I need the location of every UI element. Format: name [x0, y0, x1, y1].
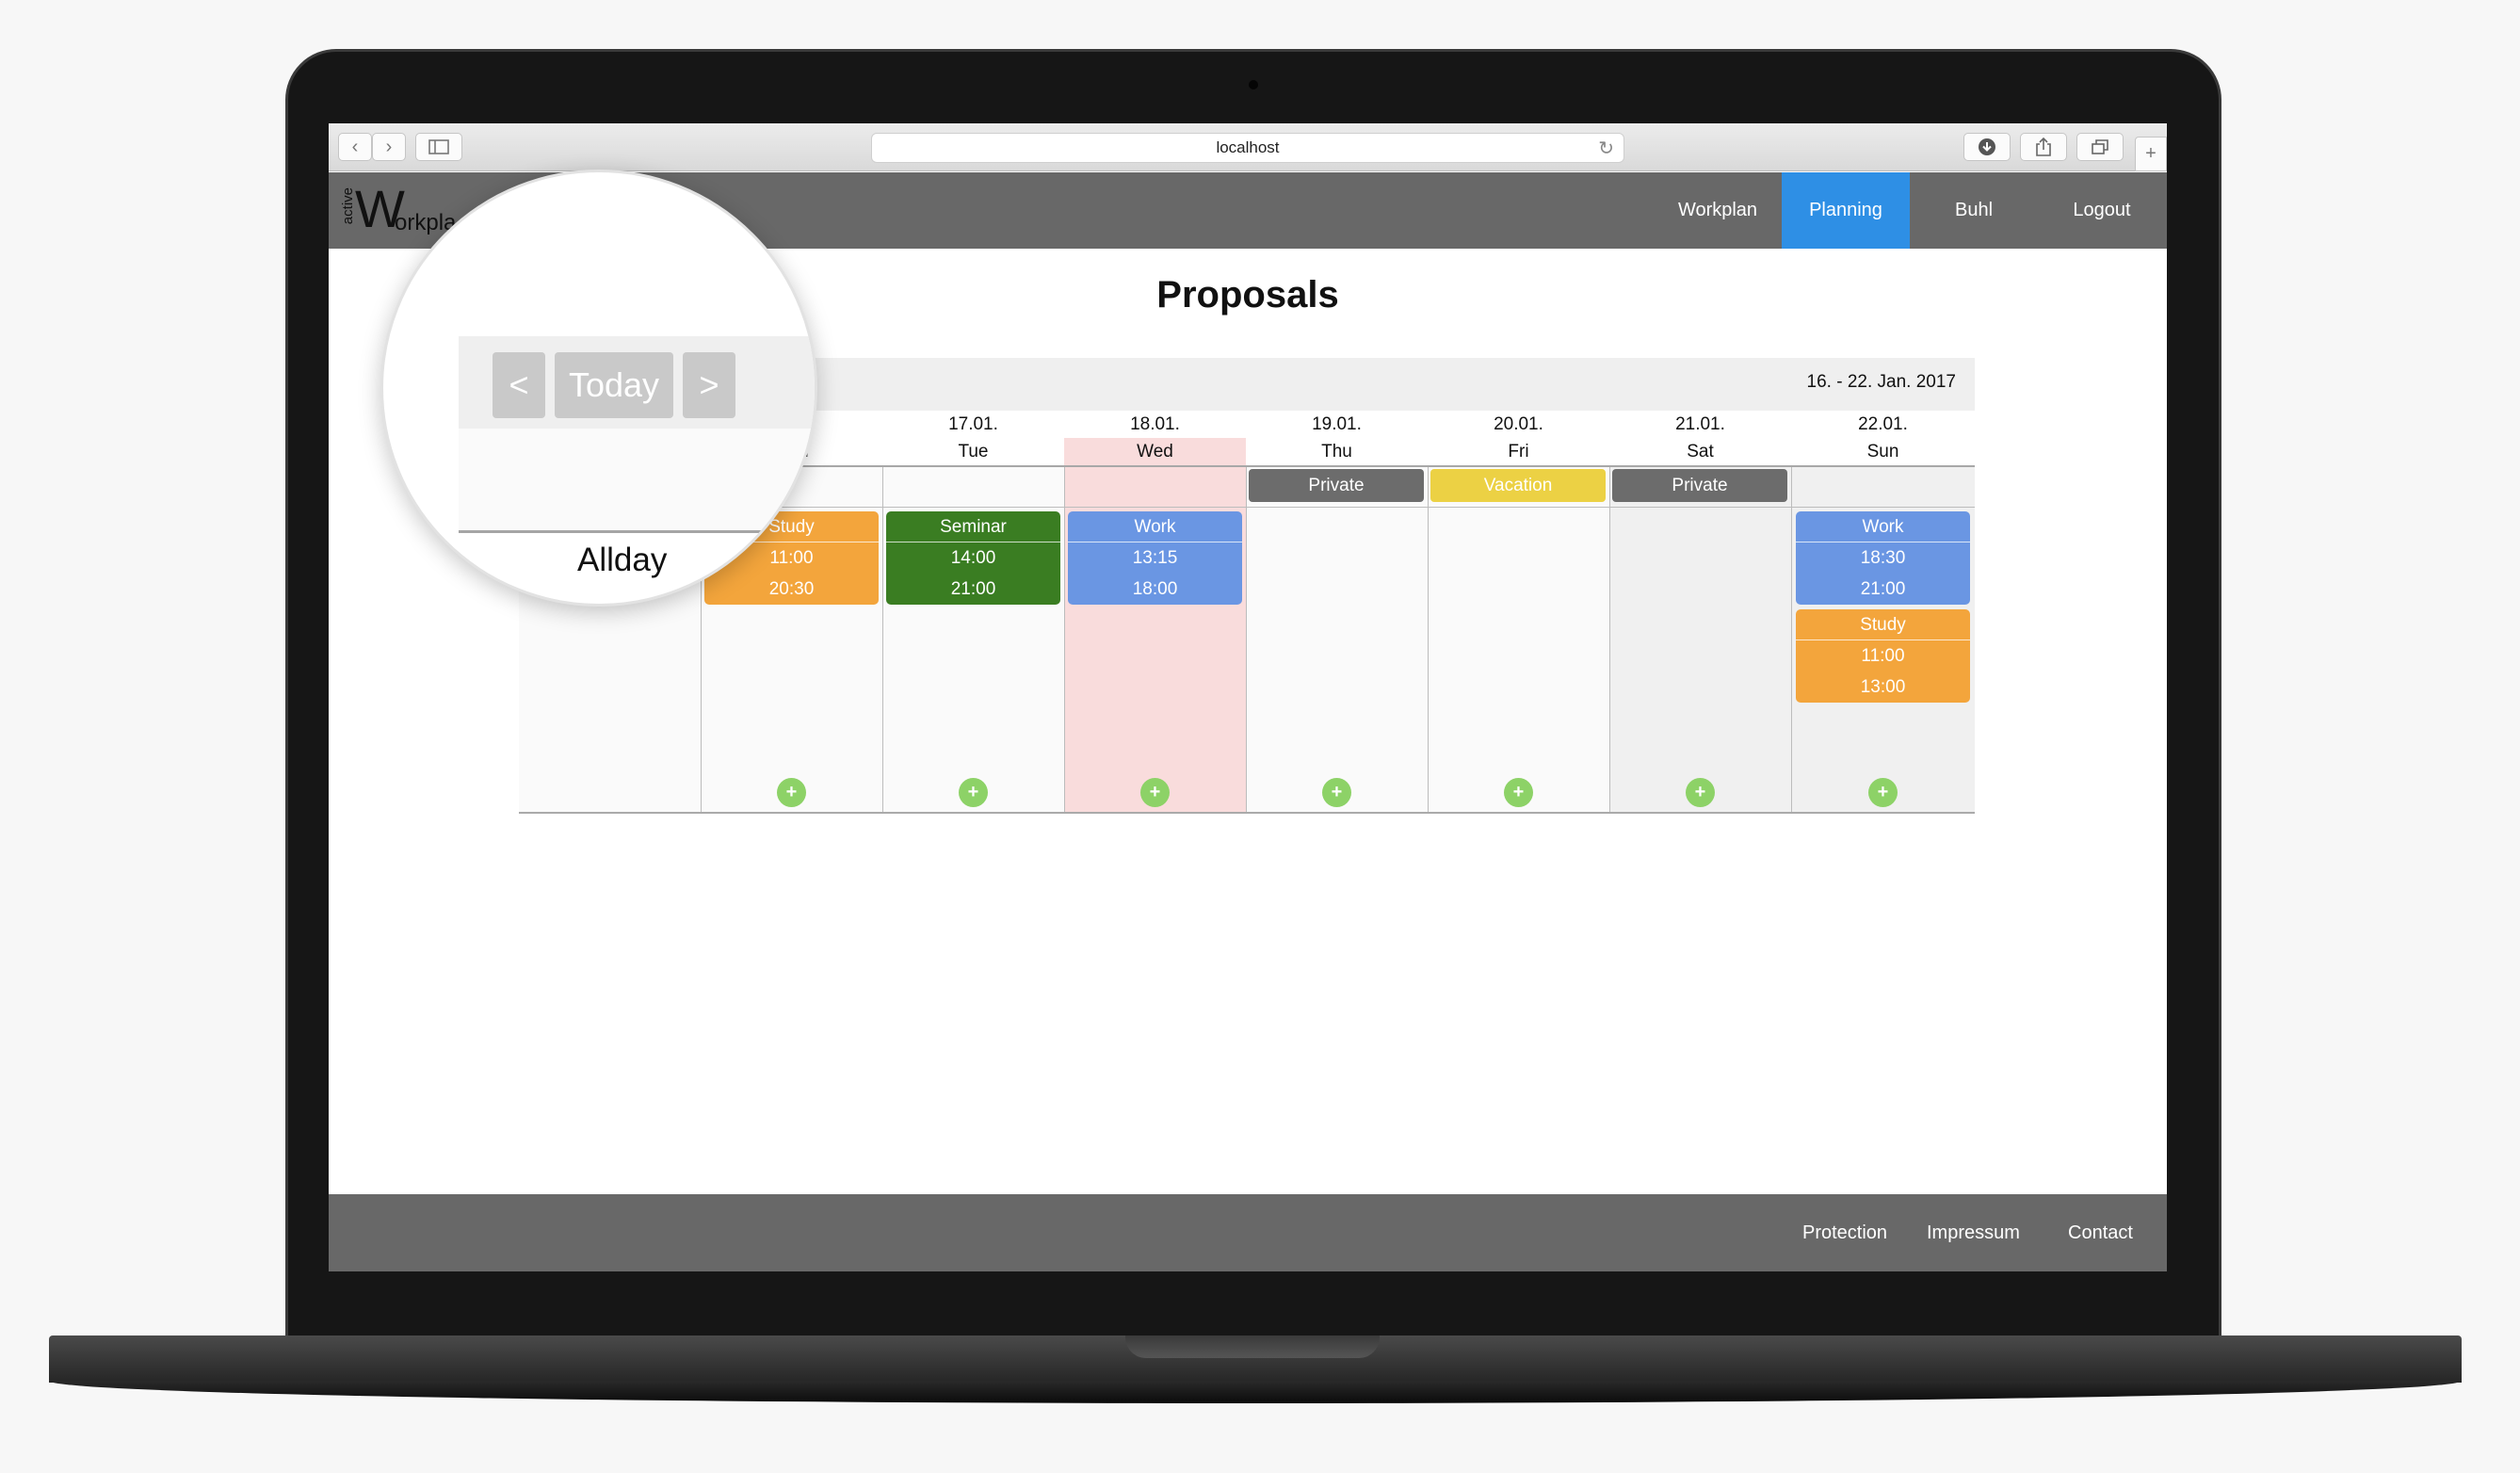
logo-small-text: active — [340, 187, 356, 225]
allday-tag-vacation[interactable]: Vacation — [1430, 469, 1606, 502]
day-header-tue: 17.01. Tue — [882, 411, 1064, 466]
camera — [1249, 80, 1258, 89]
allday-label: Allday — [577, 542, 668, 578]
event-study[interactable]: Study 11:00 13:00 — [1796, 609, 1970, 703]
day-header-wed: 18.01. Wed — [1064, 411, 1246, 466]
reload-icon[interactable]: ↻ — [1598, 137, 1614, 160]
event-end: 21:00 — [950, 579, 996, 599]
forward-button[interactable]: › — [372, 133, 406, 161]
footer-link-impressum[interactable]: Impressum — [1927, 1194, 2020, 1271]
divider — [519, 812, 1975, 814]
nav-planning[interactable]: Planning — [1782, 172, 1910, 249]
add-event-button-wed[interactable]: + — [1140, 778, 1170, 807]
add-event-button-fri[interactable]: + — [1504, 778, 1533, 807]
footer-link-protection[interactable]: Protection — [1802, 1194, 1887, 1271]
day-column-fri[interactable] — [1428, 465, 1609, 814]
add-event-button-sat[interactable]: + — [1686, 778, 1715, 807]
share-icon — [2036, 137, 2051, 156]
add-event-button-mon[interactable]: + — [777, 778, 806, 807]
day-header-fri: 20.01. Fri — [1428, 411, 1609, 466]
event-end: 13:00 — [1860, 677, 1906, 697]
day-date: 22.01. — [1858, 414, 1908, 434]
footer-link-contact[interactable]: Contact — [2068, 1194, 2133, 1271]
tabs-icon — [2092, 139, 2108, 154]
day-name: Wed — [1064, 438, 1246, 465]
nav-buhl[interactable]: Buhl — [1910, 172, 2038, 249]
share-button[interactable] — [2020, 133, 2067, 161]
day-date: 18.01. — [1130, 414, 1180, 434]
event-work[interactable]: Work 13:15 18:00 — [1068, 511, 1242, 605]
new-tab-button[interactable]: + — [2135, 137, 2167, 171]
nav-logout[interactable]: Logout — [2038, 172, 2166, 249]
url-text: localhost — [1216, 138, 1280, 156]
add-event-button-thu[interactable]: + — [1322, 778, 1351, 807]
next-week-button[interactable]: > — [683, 352, 735, 418]
browser-toolbar: ‹ › localhost ↻ + — [329, 123, 2167, 171]
divider — [459, 530, 815, 533]
day-name: Sat — [1687, 442, 1714, 461]
event-title: Study — [1796, 609, 1970, 640]
event-seminar[interactable]: Seminar 14:00 21:00 — [886, 511, 1060, 605]
event-title: Work — [1796, 511, 1970, 542]
prev-week-button[interactable]: < — [493, 352, 545, 418]
event-title: Seminar — [886, 511, 1060, 542]
laptop-notch — [1125, 1335, 1380, 1358]
day-date: 17.01. — [948, 414, 998, 434]
add-event-button-tue[interactable]: + — [959, 778, 988, 807]
day-header-sat: 21.01. Sat — [1609, 411, 1791, 466]
today-button[interactable]: Today — [555, 352, 673, 418]
plus-icon: + — [2145, 143, 2157, 164]
day-name: Sun — [1866, 442, 1899, 461]
day-column-thu[interactable] — [1246, 465, 1428, 814]
event-work[interactable]: Work 18:30 21:00 — [1796, 511, 1970, 605]
url-bar[interactable]: localhost ↻ — [871, 133, 1624, 163]
day-header-thu: 19.01. Thu — [1246, 411, 1428, 466]
event-end: 18:00 — [1132, 579, 1178, 599]
magnified-allday-area — [459, 429, 815, 530]
day-name: Tue — [958, 442, 989, 461]
chevron-right-icon: › — [385, 136, 393, 157]
laptop-base-edge — [49, 1381, 2462, 1403]
event-title: Work — [1068, 511, 1242, 542]
date-range: 16. - 22. Jan. 2017 — [1806, 372, 1956, 392]
event-start: 18:30 — [1860, 548, 1906, 568]
day-header-sun: 22.01. Sun — [1791, 411, 1975, 466]
event-end: 21:00 — [1860, 579, 1906, 599]
day-date: 20.01. — [1494, 414, 1543, 434]
day-column-sat[interactable] — [1609, 465, 1791, 814]
allday-tag-private[interactable]: Private — [1612, 469, 1787, 502]
day-name: Fri — [1508, 442, 1529, 461]
download-icon — [1979, 138, 1995, 155]
event-start: 13:15 — [1132, 548, 1178, 568]
footer: Protection Impressum Contact — [329, 1194, 2167, 1271]
event-end: 20:30 — [768, 579, 815, 599]
day-date: 21.01. — [1675, 414, 1725, 434]
day-name: Thu — [1321, 442, 1352, 461]
back-button[interactable]: ‹ — [338, 133, 372, 161]
nav-workplan[interactable]: Workplan — [1654, 172, 1782, 249]
download-button[interactable] — [1963, 133, 2011, 161]
event-start: 14:00 — [950, 548, 996, 568]
day-date: 19.01. — [1312, 414, 1362, 434]
chevron-left-icon: ‹ — [351, 136, 359, 157]
allday-tag-private[interactable]: Private — [1249, 469, 1424, 502]
magnifier-callout: < Today > Allday — [380, 170, 817, 607]
sidebar-button[interactable] — [415, 133, 462, 161]
add-event-button-sun[interactable]: + — [1868, 778, 1898, 807]
sidebar-icon — [428, 139, 449, 154]
tabs-button[interactable] — [2076, 133, 2124, 161]
event-start: 11:00 — [1861, 646, 1905, 666]
